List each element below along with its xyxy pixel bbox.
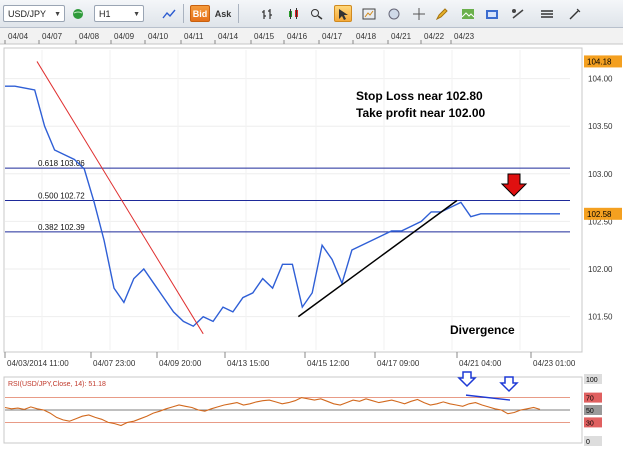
rsi-tick-label: 30 [586, 420, 594, 427]
stop-loss-text: Stop Loss near 102.80 [356, 89, 483, 103]
magnifier-icon[interactable] [308, 5, 326, 22]
top-date-label: 04/14 [218, 32, 239, 41]
rsi-tick-label: 100 [586, 377, 598, 384]
rsi-tick-label: 50 [586, 408, 594, 415]
image-icon[interactable] [459, 5, 477, 22]
chevron-down-icon: ▼ [54, 11, 61, 18]
menu-icon[interactable] [536, 5, 558, 22]
fib-label: 0.500 102.72 [38, 191, 85, 200]
top-date-label: 04/07 [42, 32, 63, 41]
settings-icon[interactable] [483, 5, 501, 22]
rsi-label: RSI(USD/JPY,Close, 14): 51.18 [8, 381, 106, 388]
top-date-label: 04/18 [356, 32, 377, 41]
rsi-tick-label: 70 [586, 396, 594, 403]
rsi-tick-label: 0 [586, 439, 590, 446]
pencil-icon[interactable] [433, 5, 451, 22]
price-tick-label: 103.50 [588, 122, 613, 131]
high-price-label: 104.18 [587, 57, 612, 66]
price-tick-label: 103.00 [588, 170, 613, 179]
candlestick-icon[interactable] [285, 5, 303, 22]
top-date-label: 04/11 [184, 32, 204, 41]
top-date-label: 04/17 [322, 32, 343, 41]
ask-button[interactable]: Ask [213, 5, 233, 22]
take-profit-text: Take profit near 102.00 [356, 106, 485, 120]
globe-icon[interactable] [70, 5, 86, 22]
bottom-date-label: 04/23 01:00 [533, 359, 576, 368]
price-chart[interactable]: 04/04 04/07 04/08 04/09 04/10 04/11 04/14 04/15… [0, 28, 623, 451]
bottom-date-label: 04/15 12:00 [307, 359, 350, 368]
bottom-date-label: 04/17 09:00 [377, 359, 420, 368]
symbol-label: USD/JPY [8, 9, 47, 19]
symbol-select[interactable]: USD/JPY ▼ [3, 5, 65, 22]
line-chart-icon[interactable] [160, 5, 178, 22]
timeframe-label: H1 [99, 9, 111, 19]
crosshair-icon[interactable] [410, 5, 428, 22]
top-date-label: 04/10 [148, 32, 169, 41]
cursor-icon[interactable] [334, 5, 352, 22]
fib-label: 0.382 102.39 [38, 223, 85, 232]
divergence-text: Divergence [450, 323, 515, 337]
bar-chart-icon[interactable] [259, 5, 277, 22]
top-date-label: 04/21 [391, 32, 412, 41]
timeframe-select[interactable]: H1 ▼ [94, 5, 144, 22]
bottom-date-label: 04/03/2014 11:00 [7, 359, 69, 368]
current-price-label: 102.58 [587, 210, 612, 219]
bottom-date-label: 04/07 23:00 [93, 359, 136, 368]
bottom-date-label: 04/21 04:00 [459, 359, 502, 368]
top-date-label: 04/23 [454, 32, 475, 41]
price-tick-label: 101.50 [588, 313, 613, 322]
bottom-date-label: 04/09 20:00 [159, 359, 202, 368]
top-date-label: 04/08 [79, 32, 100, 41]
top-date-label: 04/09 [114, 32, 135, 41]
bottom-date-label: 04/13 15:00 [227, 359, 270, 368]
drawing-icon[interactable] [360, 5, 378, 22]
zoom-in-icon[interactable] [385, 5, 403, 22]
bid-button[interactable]: Bid [190, 5, 210, 22]
top-date-label: 04/15 [254, 32, 275, 41]
top-date-label: 04/22 [424, 32, 445, 41]
price-tick-label: 104.00 [588, 75, 613, 84]
chart-toolbar: USD/JPY ▼ H1 ▼ Bid Ask [0, 0, 623, 28]
indicators-icon[interactable] [507, 5, 529, 22]
chevron-down-icon: ▼ [133, 11, 140, 18]
price-tick-label: 102.00 [588, 265, 613, 274]
draw-tools-icon[interactable] [564, 5, 586, 22]
top-date-label: 04/04 [8, 32, 29, 41]
top-date-label: 04/16 [287, 32, 308, 41]
